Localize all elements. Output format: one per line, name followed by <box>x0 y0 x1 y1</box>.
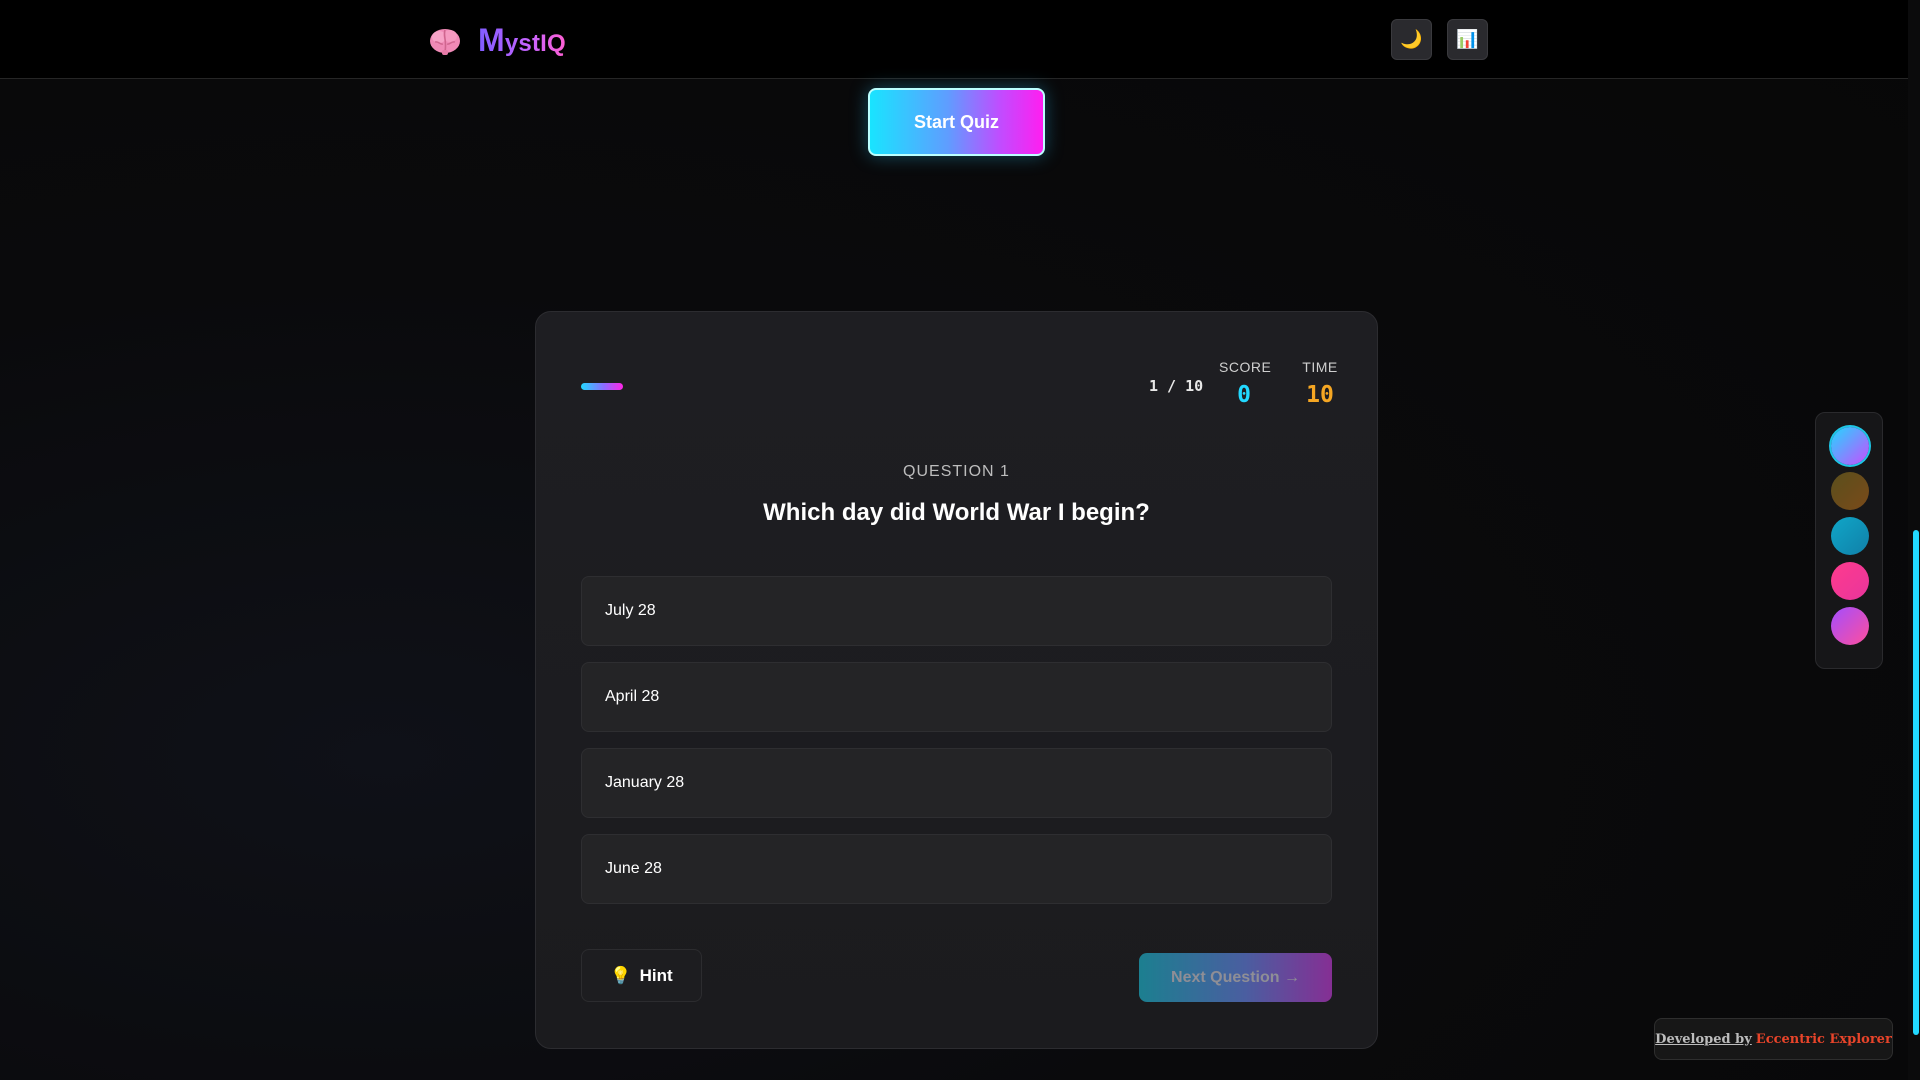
theme-swatch-teal[interactable] <box>1831 517 1869 555</box>
theme-toggle-button[interactable]: 🌙 <box>1391 19 1432 60</box>
time-label: TIME <box>1302 359 1338 375</box>
moon-icon: 🌙 <box>1400 29 1423 49</box>
start-quiz-button[interactable]: Start Quiz <box>868 88 1045 156</box>
score-stat: SCORE 0 <box>1219 359 1272 408</box>
theme-swatch-pink[interactable] <box>1831 562 1869 600</box>
question-number: QUESTION 1 <box>903 463 1010 480</box>
answer-option[interactable]: January 28 <box>581 748 1332 818</box>
time-value: 10 <box>1306 382 1334 408</box>
scrollbar-thumb[interactable] <box>1913 530 1919 1035</box>
brain-icon <box>428 24 462 58</box>
time-stat: TIME 10 <box>1295 359 1345 408</box>
progress-bar <box>581 383 1001 390</box>
theme-swatch-purple-pink[interactable] <box>1831 607 1869 645</box>
brand-name: MystIQ <box>478 22 566 58</box>
lightbulb-icon: 💡 <box>610 965 632 985</box>
developer-credit[interactable]: Developed by Eccentric Explorer <box>1654 1018 1893 1060</box>
score-label: SCORE <box>1219 359 1272 375</box>
top-navbar: MystIQ 🌙 📊 <box>0 0 1908 79</box>
question-text: Which day did World War I begin? <box>763 499 1150 526</box>
answer-option[interactable]: June 28 <box>581 834 1332 904</box>
theme-swatch-cyan-magenta[interactable] <box>1831 427 1869 465</box>
theme-color-panel <box>1815 412 1883 669</box>
theme-swatch-olive-brown[interactable] <box>1831 472 1869 510</box>
hint-button[interactable]: 💡 Hint <box>581 949 702 1002</box>
credit-name: Eccentric Explorer <box>1755 1031 1892 1047</box>
hint-label: Hint <box>639 965 673 985</box>
answer-option[interactable]: April 28 <box>581 662 1332 732</box>
score-value: 0 <box>1237 382 1251 408</box>
quiz-card: 1 / 10 SCORE 0 TIME 10 QUESTION 1 Which … <box>535 311 1378 1049</box>
credit-prefix: Developed by <box>1655 1031 1752 1047</box>
answer-option[interactable]: July 28 <box>581 576 1332 646</box>
next-question-button[interactable]: Next Question → <box>1139 953 1332 1002</box>
bar-chart-icon: 📊 <box>1456 29 1479 49</box>
question-counter: 1 / 10 <box>1149 377 1204 395</box>
stats-button[interactable]: 📊 <box>1447 19 1488 60</box>
app-logo[interactable]: MystIQ <box>428 22 566 59</box>
progress-fill <box>581 383 623 390</box>
